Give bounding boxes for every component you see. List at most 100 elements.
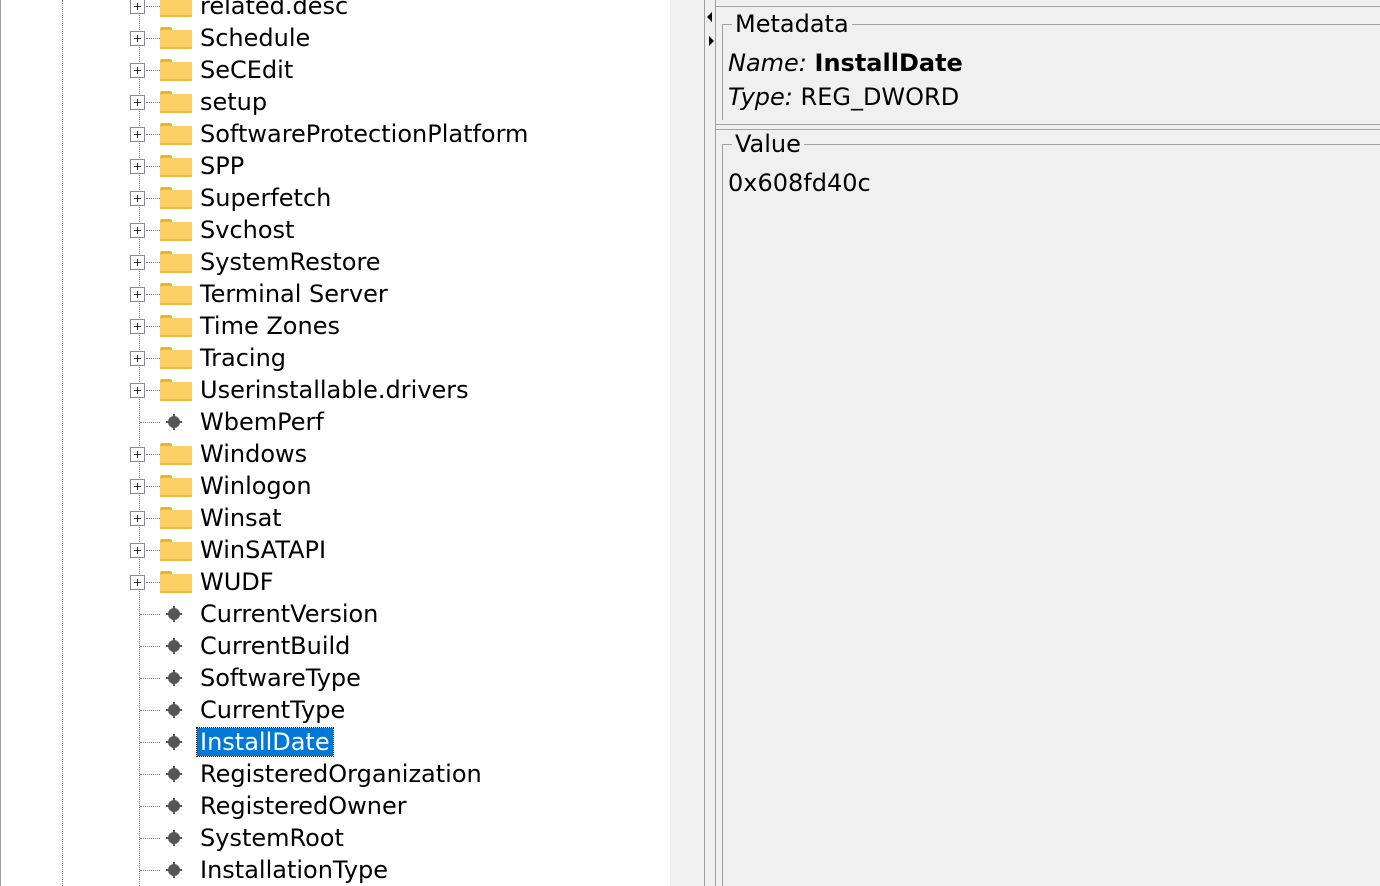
expand-plus-icon[interactable] [130, 383, 145, 398]
tree-row-label[interactable]: WUDF [197, 566, 277, 598]
tree-key-row[interactable]: related.desc [1, 0, 671, 22]
tree-key-row[interactable]: SeCEdit [1, 54, 671, 86]
expand-plus-icon[interactable] [130, 191, 145, 206]
tree-row-label[interactable]: Userinstallable.drivers [197, 374, 472, 406]
tree-key-row[interactable]: Time Zones [1, 310, 671, 342]
folder-icon [160, 347, 192, 369]
tree-connector [140, 774, 160, 775]
tree-key-row[interactable]: SystemRestore [1, 246, 671, 278]
tree-value-row[interactable]: InstallationType [1, 854, 671, 886]
expand-plus-icon[interactable] [130, 127, 145, 142]
tree-row-label[interactable]: Terminal Server [197, 278, 391, 310]
collapse-left-icon[interactable] [707, 12, 712, 22]
tree-row-label[interactable]: CurrentType [197, 694, 348, 726]
tree-connector [146, 518, 160, 519]
tree-row-label[interactable]: SoftwareProtectionPlatform [197, 118, 531, 150]
expand-plus-icon[interactable] [130, 351, 145, 366]
pane-divider [716, 0, 1380, 7]
tree-row-label[interactable]: CurrentVersion [197, 598, 381, 630]
tree-row-label[interactable]: Svchost [197, 214, 297, 246]
expand-plus-icon[interactable] [130, 287, 145, 302]
tree-key-row[interactable]: Windows [1, 438, 671, 470]
tree-row-label[interactable]: SoftwareType [197, 662, 364, 694]
expand-plus-icon[interactable] [130, 255, 145, 270]
expand-plus-icon[interactable] [130, 31, 145, 46]
tree-row-label[interactable]: Winlogon [197, 470, 315, 502]
tree-row-label[interactable]: SeCEdit [197, 54, 296, 86]
tree-connector [146, 326, 160, 327]
registry-value-icon [166, 702, 182, 718]
tree-key-row[interactable]: Userinstallable.drivers [1, 374, 671, 406]
registry-tree[interactable]: related.desc Schedule SeCEdit setup Software… [0, 0, 671, 886]
tree-key-row[interactable]: WinSATAPI [1, 534, 671, 566]
expand-plus-icon[interactable] [130, 223, 145, 238]
tree-value-row[interactable]: WbemPerf [1, 406, 671, 438]
expand-plus-icon[interactable] [130, 447, 145, 462]
expand-plus-icon[interactable] [130, 479, 145, 494]
tree-value-row[interactable]: SystemRoot [1, 822, 671, 854]
tree-connector [146, 390, 160, 391]
tree-connector [146, 102, 160, 103]
tree-key-row[interactable]: WUDF [1, 566, 671, 598]
tree-value-row[interactable]: SoftwareType [1, 662, 671, 694]
tree-connector [146, 582, 160, 583]
tree-row-label[interactable]: SPP [197, 150, 247, 182]
collapse-right-icon[interactable] [709, 36, 714, 46]
tree-key-row[interactable]: Winsat [1, 502, 671, 534]
tree-connector [140, 838, 160, 839]
expand-plus-icon[interactable] [130, 575, 145, 590]
tree-key-row[interactable]: Svchost [1, 214, 671, 246]
tree-row-label[interactable]: Time Zones [197, 310, 343, 342]
tree-row-label[interactable]: Winsat [197, 502, 285, 534]
tree-value-row[interactable]: RegisteredOwner [1, 790, 671, 822]
tree-row-label[interactable]: Schedule [197, 22, 313, 54]
tree-row-label[interactable]: WbemPerf [197, 406, 327, 438]
expand-plus-icon[interactable] [130, 511, 145, 526]
tree-key-row[interactable]: Schedule [1, 22, 671, 54]
tree-key-row[interactable]: SPP [1, 150, 671, 182]
value-title: Value [732, 130, 804, 158]
tree-row-label[interactable]: related.desc [197, 0, 351, 22]
tree-row-label[interactable]: RegisteredOwner [197, 790, 410, 822]
tree-scrollbar[interactable] [670, 0, 704, 886]
tree-key-row[interactable]: setup [1, 86, 671, 118]
expand-plus-icon[interactable] [130, 159, 145, 174]
type-value: REG_DWORD [800, 83, 960, 111]
tree-value-row[interactable]: CurrentType [1, 694, 671, 726]
tree-connector [146, 70, 160, 71]
folder-icon [160, 315, 192, 337]
pane-splitter[interactable] [704, 0, 716, 886]
tree-row-label[interactable]: SystemRoot [197, 822, 347, 854]
tree-key-row[interactable]: SoftwareProtectionPlatform [1, 118, 671, 150]
tree-value-row[interactable]: CurrentVersion [1, 598, 671, 630]
tree-row-label-selected[interactable]: InstallDate [196, 727, 334, 757]
tree-value-row[interactable]: RegisteredOrganization [1, 758, 671, 790]
tree-row-label[interactable]: RegisteredOrganization [197, 758, 485, 790]
tree-row-label[interactable]: InstallationType [197, 854, 391, 886]
value-content: 0x608fd40c [728, 169, 871, 197]
expand-plus-icon[interactable] [130, 95, 145, 110]
tree-row-label[interactable]: Superfetch [197, 182, 334, 214]
expand-plus-icon[interactable] [130, 319, 145, 334]
expand-plus-icon[interactable] [130, 63, 145, 78]
tree-key-row[interactable]: Winlogon [1, 470, 671, 502]
tree-row-label[interactable]: Tracing [197, 342, 289, 374]
metadata-type-line: Type: REG_DWORD [728, 82, 959, 112]
tree-row-label[interactable]: WinSATAPI [197, 534, 329, 566]
tree-row-label[interactable]: setup [197, 86, 270, 118]
tree-row-label[interactable]: Windows [197, 438, 310, 470]
pane-divider [716, 124, 1380, 130]
expand-plus-icon[interactable] [130, 0, 145, 14]
tree-value-row[interactable]: InstallDate [1, 726, 671, 758]
tree-row-label[interactable]: SystemRestore [197, 246, 384, 278]
tree-value-row[interactable]: CurrentBuild [1, 630, 671, 662]
tree-row-label[interactable]: CurrentBuild [197, 630, 353, 662]
metadata-group: Metadata Name: InstallDate Type: REG_DWO… [722, 10, 1380, 120]
expand-plus-icon[interactable] [130, 543, 145, 558]
tree-key-row[interactable]: Terminal Server [1, 278, 671, 310]
registry-value-icon [166, 734, 182, 750]
tree-connector [146, 166, 160, 167]
tree-key-row[interactable]: Tracing [1, 342, 671, 374]
tree-connector [146, 6, 160, 7]
tree-key-row[interactable]: Superfetch [1, 182, 671, 214]
